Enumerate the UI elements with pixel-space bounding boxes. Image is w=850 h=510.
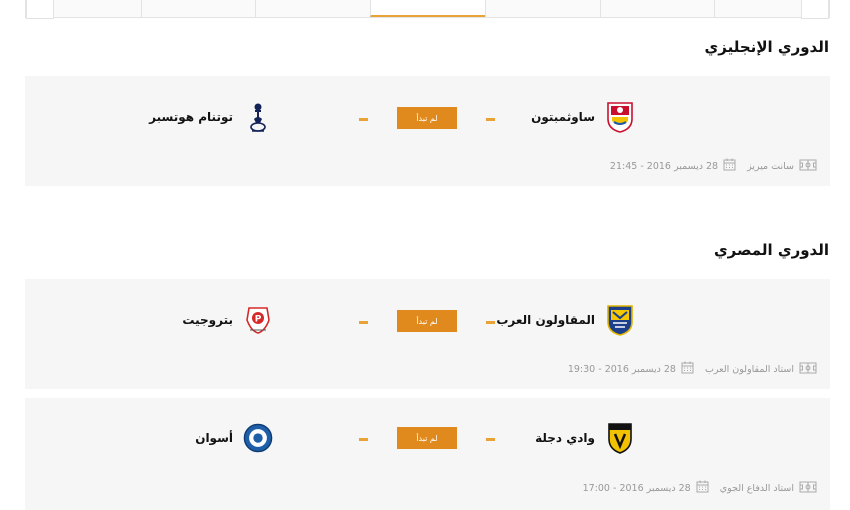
petrojet-logo-icon: P xyxy=(243,305,273,335)
score-dash xyxy=(486,321,495,324)
tottenham-logo-icon xyxy=(243,102,273,132)
date-tab[interactable] xyxy=(484,0,600,17)
calendar-icon xyxy=(723,158,736,174)
match-meta: سانت ميريز 28 ديسمبر 2016 - 21:45 xyxy=(610,158,817,174)
away-team-name: توتنام هوتسبر xyxy=(149,110,233,124)
date-tab[interactable] xyxy=(599,0,715,17)
venue-name: سانت ميريز xyxy=(747,160,794,172)
aswan-logo-icon xyxy=(243,423,273,453)
stadium-icon xyxy=(799,362,817,377)
date-tab[interactable] xyxy=(140,0,256,17)
home-team-name: ساوثمبتون xyxy=(531,110,595,124)
league-title: الدوري المصري xyxy=(713,241,829,259)
away-team[interactable]: توتنام هوتسبر xyxy=(149,102,273,132)
chevron-left-icon[interactable]: ‹ xyxy=(26,0,54,19)
stadium-icon xyxy=(799,159,817,174)
match-card[interactable]: وادي دجلة لم تبدأ أسوان استاد الدفاع الج… xyxy=(25,398,830,510)
match-card[interactable]: ساوثمبتون لم تبدأ توتنام هوتسبر سانت مير… xyxy=(25,76,830,186)
venue-name: استاد المقاولون العرب xyxy=(704,363,794,375)
stadium-icon xyxy=(799,481,817,496)
calendar-icon xyxy=(681,361,694,377)
score-dash xyxy=(359,438,368,441)
chevron-right-icon[interactable]: › xyxy=(801,0,829,19)
away-team[interactable]: أسوان xyxy=(195,423,273,453)
match-card[interactable]: المقاولون العرب لم تبدأ P بتروجيت استاد … xyxy=(25,279,830,389)
home-team[interactable]: المقاولون العرب xyxy=(496,305,635,336)
match-datetime: 28 ديسمبر 2016 - 19:30 xyxy=(567,363,676,375)
arab-contractors-logo-icon xyxy=(605,305,635,336)
calendar-icon xyxy=(696,480,709,496)
svg-text:P: P xyxy=(255,315,262,325)
away-team-name: بتروجيت xyxy=(182,313,233,327)
score-dash xyxy=(486,118,495,121)
match-meta: استاد المقاولون العرب 28 ديسمبر 2016 - 1… xyxy=(568,361,817,377)
southampton-logo-icon xyxy=(605,102,635,133)
match-status-badge: لم تبدأ xyxy=(397,310,457,332)
match-status-badge: لم تبدأ xyxy=(397,427,457,449)
match-meta: استاد الدفاع الجوي 28 ديسمبر 2016 - 17:0… xyxy=(583,480,817,496)
away-team-name: أسوان xyxy=(195,431,233,445)
match-datetime: 28 ديسمبر 2016 - 21:45 xyxy=(609,160,719,172)
home-team[interactable]: وادي دجلة xyxy=(535,423,635,454)
venue-name: استاد الدفاع الجوي xyxy=(719,482,794,494)
score-dash xyxy=(486,438,495,441)
date-tab[interactable] xyxy=(255,0,370,17)
league-title: الدوري الإنجليزي xyxy=(704,38,829,56)
score-dash xyxy=(359,321,368,324)
home-team-name: المقاولون العرب xyxy=(496,313,595,327)
date-tab-strip: ‹ › xyxy=(25,0,830,19)
wadi-degla-logo-icon xyxy=(605,423,635,454)
date-tab-active[interactable] xyxy=(370,0,485,17)
match-status-badge: لم تبدأ xyxy=(397,107,457,129)
away-team[interactable]: P بتروجيت xyxy=(182,305,273,335)
home-team[interactable]: ساوثمبتون xyxy=(531,102,635,133)
match-datetime: 28 ديسمبر 2016 - 17:00 xyxy=(582,482,691,494)
score-dash xyxy=(359,118,368,121)
home-team-name: وادي دجلة xyxy=(535,431,595,445)
